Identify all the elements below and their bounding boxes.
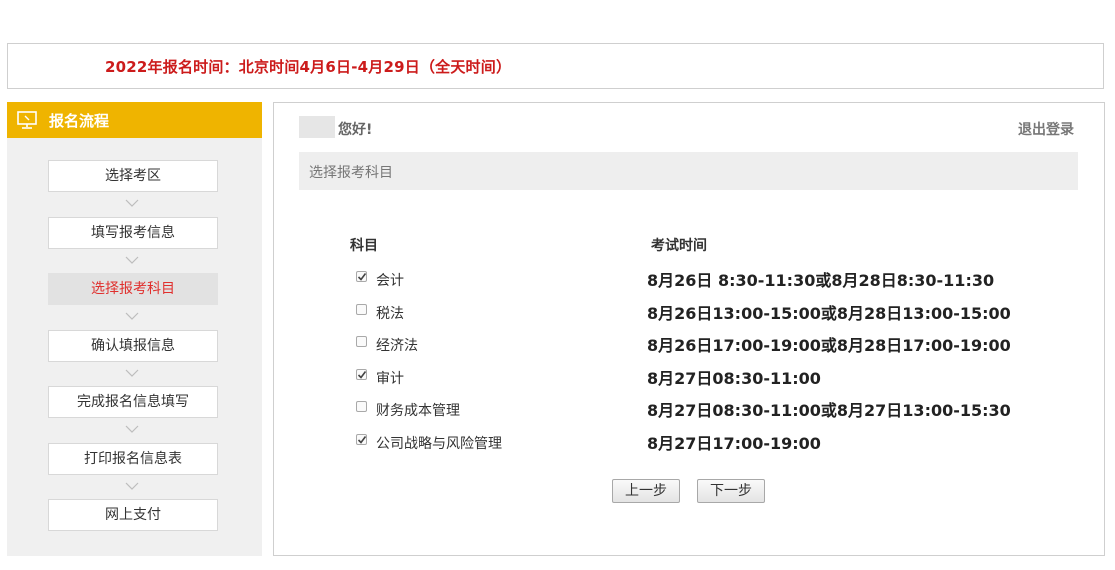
exam-time: 8月26日17:00-19:00或8月28日17:00-19:00: [647, 336, 1011, 356]
subject-checkbox[interactable]: [356, 401, 367, 413]
step-item[interactable]: 完成报名信息填写: [48, 386, 218, 418]
step-item[interactable]: 网上支付: [48, 499, 218, 531]
step-item[interactable]: 打印报名信息表: [48, 442, 218, 475]
monitor-icon: [17, 111, 37, 129]
chevron-down-icon: [125, 199, 139, 207]
greeting: 您好!: [338, 122, 373, 138]
notice-text: 2022年报名时间：北京时间4月6日-4月29日（全天时间）: [105, 58, 512, 76]
chevron-down-icon: [125, 369, 139, 377]
main-panel: 您好! 退出登录 选择报考科目 科目 考试时间 会计 8月26日 8:30-11:…: [273, 102, 1105, 556]
subject-checkbox[interactable]: [356, 336, 367, 348]
check-icon: [357, 273, 367, 281]
subject-row: 经济法 8月26日17:00-19:00或8月28日17:00-19:00: [274, 332, 1104, 356]
exam-time: 8月26日 8:30-11:30或8月28日8:30-11:30: [647, 271, 995, 290]
subject-checkbox[interactable]: [356, 434, 367, 445]
section-header: 选择报考科目: [299, 152, 1078, 190]
subject-row: 会计 8月26日 8:30-11:30或8月28日8:30-11:30: [274, 267, 1104, 291]
subject-checkbox[interactable]: [356, 271, 367, 282]
exam-time: 8月26日13:00-15:00或8月28日13:00-15:00: [647, 303, 1011, 323]
sidebar-title: 报名流程: [49, 111, 110, 130]
subject-row: 公司战略与风险管理 8月27日17:00-19:00: [274, 430, 1104, 454]
chevron-down-icon: [125, 256, 139, 264]
step-item[interactable]: 确认填报信息: [48, 329, 218, 362]
prev-step-button[interactable]: 上一步: [612, 479, 680, 503]
subject-name: 税法: [376, 305, 404, 322]
subject-name: 经济法: [376, 338, 418, 355]
step-item[interactable]: 选择报考科目: [48, 273, 218, 305]
chevron-down-icon: [125, 482, 139, 490]
sidebar-header: 报名流程: [7, 102, 262, 138]
exam-time: 8月27日08:30-11:00或8月27日13:00-15:30: [647, 401, 1011, 421]
chevron-down-icon: [125, 312, 139, 320]
subject-name: 公司战略与风险管理: [376, 436, 502, 452]
subject-name: 会计: [376, 273, 404, 289]
subject-checkbox[interactable]: [356, 368, 367, 380]
exam-time: 8月27日08:30-11:00: [647, 368, 821, 388]
subject-name: 审计: [376, 370, 404, 387]
next-step-button[interactable]: 下一步: [697, 479, 765, 503]
step-item[interactable]: 填写报考信息: [48, 216, 218, 249]
column-header-subject: 科目: [350, 238, 378, 254]
chevron-down-icon: [125, 425, 139, 433]
subject-row: 税法 8月26日13:00-15:00或8月28日13:00-15:00: [274, 300, 1104, 324]
logout-link[interactable]: 退出登录: [1018, 119, 1074, 139]
subject-row: 审计 8月27日08:30-11:00: [274, 365, 1104, 389]
check-icon: [357, 436, 367, 444]
registration-notice: 2022年报名时间：北京时间4月6日-4月29日（全天时间）: [7, 43, 1104, 89]
subject-checkbox[interactable]: [356, 303, 367, 315]
subject-row: 财务成本管理 8月27日08:30-11:00或8月27日13:00-15:30: [274, 397, 1104, 421]
step-item[interactable]: 选择考区: [48, 160, 218, 192]
exam-time: 8月27日17:00-19:00: [647, 434, 821, 453]
subject-name: 财务成本管理: [376, 403, 460, 420]
column-header-time: 考试时间: [651, 238, 707, 254]
section-title: 选择报考科目: [309, 165, 393, 181]
sidebar: 报名流程 选择考区填写报考信息 选择报考科目 确认填报信息 完成报名信息填写 打印报名信…: [7, 102, 262, 556]
check-icon: [357, 370, 367, 379]
username-placeholder: [299, 116, 335, 138]
